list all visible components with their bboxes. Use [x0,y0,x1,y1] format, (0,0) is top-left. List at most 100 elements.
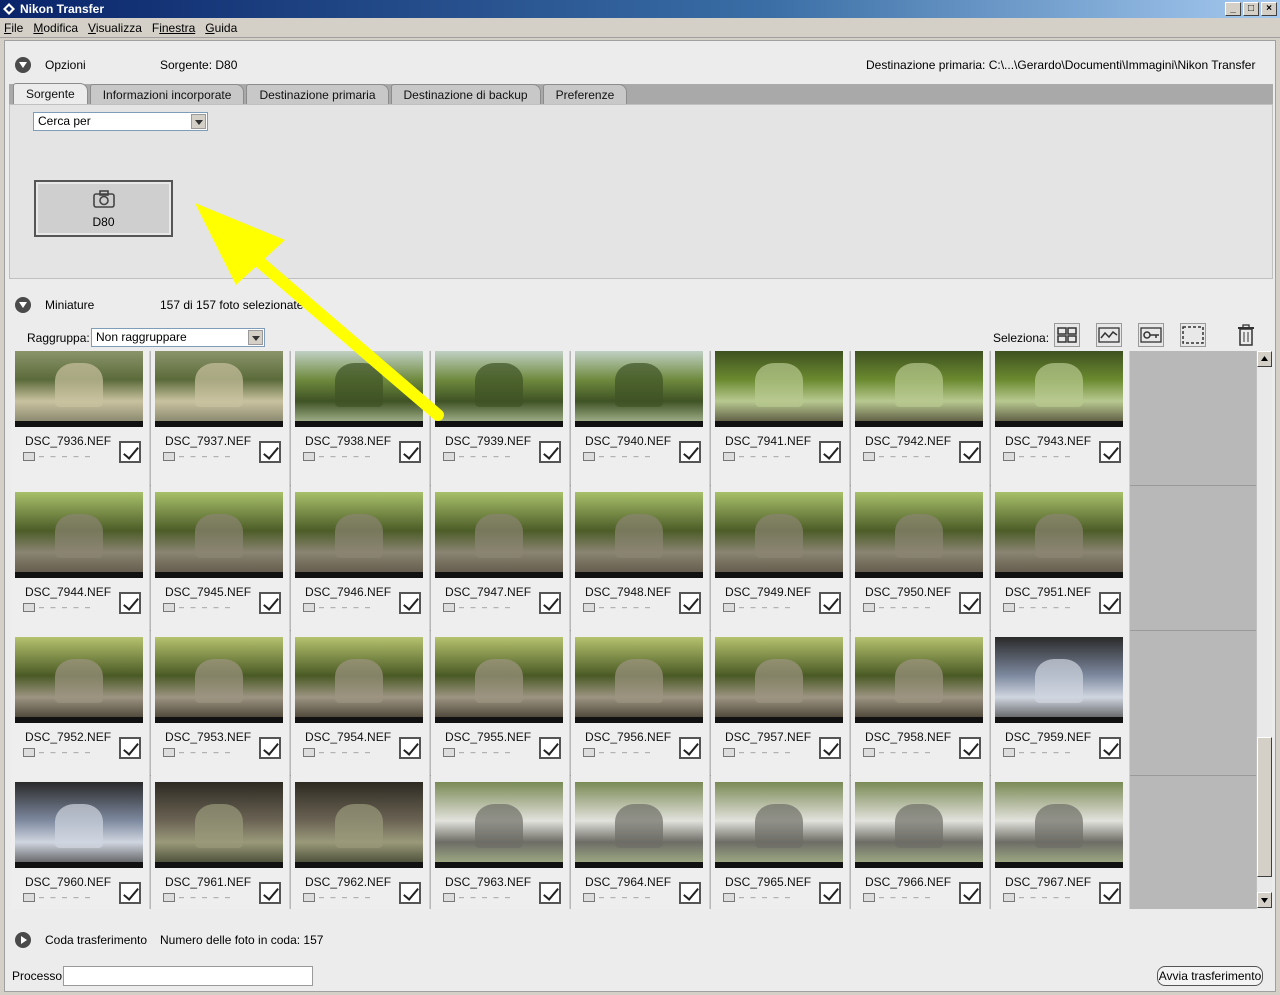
thumbnail-checkbox[interactable] [679,592,701,614]
select-all-button[interactable] [1054,323,1080,347]
thumbnail-image[interactable] [715,782,843,868]
thumbnail-checkbox[interactable] [539,737,561,759]
thumbnail-image[interactable] [435,782,563,868]
thumbnail-image[interactable] [155,351,283,427]
thumbnail-checkbox[interactable] [399,441,421,463]
thumbnail-image[interactable] [575,637,703,723]
maximize-button[interactable]: □ [1243,2,1259,16]
tab-sorgente[interactable]: Sorgente [13,83,88,104]
thumbnail-image[interactable] [855,351,983,427]
thumbnail-item[interactable]: DSC_7943.NEF – – – – – [991,351,1130,486]
tab-destinazione-backup[interactable]: Destinazione di backup [390,84,541,104]
thumbnail-item[interactable]: DSC_7946.NEF – – – – – [291,486,430,631]
thumbnail-item[interactable]: DSC_7955.NEF – – – – – [431,631,570,776]
thumbnail-image[interactable] [295,637,423,723]
thumbnail-item[interactable]: DSC_7948.NEF – – – – – [571,486,710,631]
thumbnail-checkbox[interactable] [679,441,701,463]
thumbnail-checkbox[interactable] [819,882,841,904]
thumbnail-image[interactable] [855,782,983,868]
thumbnail-item[interactable]: DSC_7961.NEF – – – – – [151,776,290,909]
thumbnail-checkbox[interactable] [959,441,981,463]
thumbnail-image[interactable] [995,637,1123,723]
thumbnail-checkbox[interactable] [819,737,841,759]
thumbnail-checkbox[interactable] [959,737,981,759]
thumbnail-image[interactable] [995,782,1123,868]
thumbnail-image[interactable] [155,637,283,723]
search-by-select[interactable]: Cerca per [33,112,208,131]
thumbnail-checkbox[interactable] [399,737,421,759]
thumbnail-item[interactable]: DSC_7964.NEF – – – – – [571,776,710,909]
thumbnail-item[interactable]: DSC_7949.NEF – – – – – [711,486,850,631]
thumbnail-checkbox[interactable] [679,737,701,759]
thumbnail-item[interactable]: DSC_7962.NEF – – – – – [291,776,430,909]
thumbnail-image[interactable] [295,351,423,427]
thumbnail-item[interactable]: DSC_7951.NEF – – – – – [991,486,1130,631]
thumbnail-image[interactable] [15,351,143,427]
thumbnail-image[interactable] [995,351,1123,427]
thumbnail-image[interactable] [715,351,843,427]
thumbnail-checkbox[interactable] [1099,737,1121,759]
menu-visualizza[interactable]: Visualizza [88,21,142,35]
thumbnail-item[interactable]: DSC_7936.NEF – – – – – [11,351,150,486]
start-transfer-button[interactable]: Avvia trasferimento [1157,966,1263,986]
expand-queue-icon[interactable] [15,932,31,948]
minimize-button[interactable]: _ [1225,2,1241,16]
thumbnail-image[interactable] [155,492,283,578]
thumbnail-checkbox[interactable] [119,592,141,614]
select-new-button[interactable] [1096,323,1122,347]
scroll-thumb[interactable] [1257,737,1272,877]
device-d80-button[interactable]: D80 [34,180,173,237]
thumbnail-item[interactable]: DSC_7940.NEF – – – – – [571,351,710,486]
thumbnail-item[interactable]: DSC_7963.NEF – – – – – [431,776,570,909]
thumbnail-checkbox[interactable] [539,882,561,904]
group-select[interactable]: Non raggruppare [91,328,265,347]
thumbnail-item[interactable]: DSC_7952.NEF – – – – – [11,631,150,776]
thumbnail-item[interactable]: DSC_7942.NEF – – – – – [851,351,990,486]
thumbnail-checkbox[interactable] [399,882,421,904]
thumbnail-checkbox[interactable] [539,441,561,463]
thumbnail-image[interactable] [435,351,563,427]
thumbnail-item[interactable]: DSC_7947.NEF – – – – – [431,486,570,631]
thumbnail-checkbox[interactable] [259,441,281,463]
scroll-up-button[interactable] [1257,351,1272,367]
thumbnail-item[interactable]: DSC_7954.NEF – – – – – [291,631,430,776]
thumbnail-checkbox[interactable] [959,592,981,614]
thumbnail-item[interactable]: DSC_7944.NEF – – – – – [11,486,150,631]
thumbnail-item[interactable]: DSC_7957.NEF – – – – – [711,631,850,776]
thumbnail-item[interactable]: DSC_7945.NEF – – – – – [151,486,290,631]
thumbnail-checkbox[interactable] [819,441,841,463]
menu-file[interactable]: File [4,21,23,35]
thumbnail-item[interactable]: DSC_7950.NEF – – – – – [851,486,990,631]
thumbnail-image[interactable] [295,492,423,578]
thumbnail-image[interactable] [995,492,1123,578]
tab-destinazione-primaria[interactable]: Destinazione primaria [246,84,389,104]
tab-preferenze[interactable]: Preferenze [542,84,628,104]
thumbnail-item[interactable]: DSC_7956.NEF – – – – – [571,631,710,776]
deselect-all-button[interactable] [1180,323,1206,347]
menu-guida[interactable]: Guida [205,21,237,35]
thumbnail-checkbox[interactable] [259,737,281,759]
thumbnail-item[interactable]: DSC_7937.NEF – – – – – [151,351,290,486]
thumbnail-image[interactable] [15,492,143,578]
collapse-options-icon[interactable] [15,57,31,73]
thumbnail-image[interactable] [855,492,983,578]
thumbnail-item[interactable]: DSC_7953.NEF – – – – – [151,631,290,776]
thumbnail-checkbox[interactable] [259,882,281,904]
thumbnail-checkbox[interactable] [1099,882,1121,904]
thumbnail-image[interactable] [855,637,983,723]
thumbnail-checkbox[interactable] [959,882,981,904]
menu-finestra[interactable]: Finestra [152,21,195,35]
thumbnail-image[interactable] [295,782,423,868]
thumbnail-checkbox[interactable] [1099,441,1121,463]
thumbnail-image[interactable] [575,492,703,578]
thumbnail-item[interactable]: DSC_7966.NEF – – – – – [851,776,990,909]
thumbnail-item[interactable]: DSC_7939.NEF – – – – – [431,351,570,486]
thumbnail-checkbox[interactable] [539,592,561,614]
collapse-thumbnails-icon[interactable] [15,297,31,313]
thumbnail-checkbox[interactable] [819,592,841,614]
thumbnail-checkbox[interactable] [399,592,421,614]
scroll-down-button[interactable] [1257,892,1272,908]
thumbnail-image[interactable] [575,351,703,427]
select-protected-button[interactable] [1138,323,1164,347]
thumbnail-checkbox[interactable] [119,441,141,463]
